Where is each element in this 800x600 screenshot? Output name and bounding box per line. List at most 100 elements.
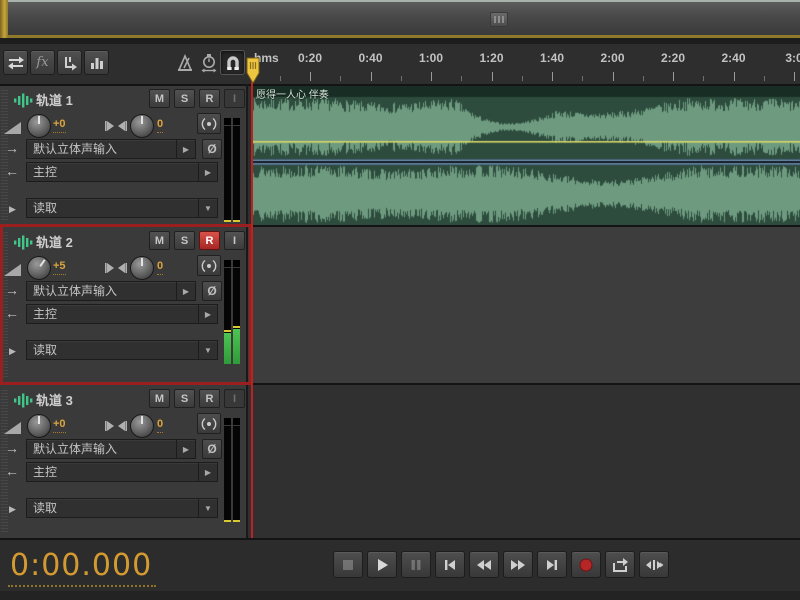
monitor-input-button[interactable] [197,255,221,276]
track-grip-handle[interactable] [1,390,8,532]
record-arm-button[interactable]: R [199,231,220,250]
automation-mode-value: 读取 [27,341,198,359]
pan-value[interactable]: 0 [157,118,163,133]
chevron-right-icon[interactable]: ▶ [176,282,195,300]
editor-toolbar: fx [0,44,248,84]
volume-knob[interactable] [27,256,51,280]
input-monitor-button[interactable]: I [224,89,245,108]
input-arrow-icon: → [5,441,19,455]
loop-playback-button[interactable] [605,551,635,578]
output-select[interactable]: 主控 ▶ [26,462,218,482]
mute-button[interactable]: M [149,389,170,408]
automation-mode-select[interactable]: 读取 ▼ [26,340,218,360]
volume-knob[interactable] [27,114,51,138]
pan-knob[interactable] [130,114,154,138]
chevron-down-icon[interactable]: ▼ [198,499,217,517]
panel-title-bar[interactable] [0,0,800,38]
snap-button[interactable] [220,50,245,75]
output-arrow-icon: ← [5,306,19,320]
divider [0,225,800,227]
rewind-button[interactable] [469,551,499,578]
tick-label: 1:20 [479,51,503,65]
divider [246,84,248,538]
fx-icon: fx [36,55,48,70]
skip-to-end-button[interactable] [537,551,567,578]
pan-value[interactable]: 0 [157,260,163,275]
mute-button[interactable]: M [149,231,170,250]
volume-value[interactable]: +0 [53,118,66,133]
play-button[interactable] [367,551,397,578]
input-monitor-button[interactable]: I [224,389,245,408]
phase-invert-button[interactable]: Ø [202,281,222,301]
solo-button[interactable]: S [174,389,195,408]
audio-clip[interactable]: 愿得一人心 伴奏 [252,86,800,225]
chevron-right-icon[interactable]: ▶ [176,140,195,158]
pause-icon [410,559,422,571]
pan-value[interactable]: 0 [157,418,163,433]
chevron-down-icon[interactable]: ▼ [198,199,217,217]
track-name[interactable]: 轨道 1 [36,90,73,109]
output-select[interactable]: 主控 ▶ [26,162,218,182]
chevron-right-icon[interactable]: ▶ [198,305,217,323]
input-select[interactable]: 默认立体声输入 ▶ [26,139,196,159]
record-arm-button[interactable]: R [199,89,220,108]
fast-forward-button[interactable] [503,551,533,578]
phase-invert-button[interactable]: Ø [202,139,222,159]
pause-button[interactable] [401,551,431,578]
record-button[interactable] [571,551,601,578]
time-display[interactable]: 0:00.000 [8,548,156,587]
skip-to-start-button[interactable] [435,551,465,578]
phase-invert-button[interactable]: Ø [202,439,222,459]
timer-icon [200,53,218,73]
monitor-input-button[interactable] [197,413,221,434]
monitor-signal-icon [199,117,219,131]
chevron-right-icon[interactable]: ▶ [176,440,195,458]
output-arrow-icon: ← [5,164,19,178]
pan-knob[interactable] [130,256,154,280]
slip-tool-button[interactable] [84,50,109,75]
input-arrow-icon: → [5,283,19,297]
transport-controls [333,551,669,578]
fx-tool-button[interactable]: fx [30,50,55,75]
skip-selection-button[interactable] [639,551,669,578]
volume-value[interactable]: +0 [53,418,66,433]
timeline-ruler[interactable]: hms 0:200:401:001:201:402:002:202:403:0 [248,44,800,84]
timecode-button[interactable] [196,50,221,75]
automation-mode-select[interactable]: 读取 ▼ [26,198,218,218]
solo-button[interactable]: S [174,89,195,108]
tick-label: 2:20 [661,51,685,65]
track-name[interactable]: 轨道 2 [36,232,73,251]
mute-button[interactable]: M [149,89,170,108]
chevron-right-icon[interactable]: ▶ [198,463,217,481]
stop-button[interactable] [333,551,363,578]
transport-bar: 0:00.000 [0,538,800,600]
monitor-input-button[interactable] [197,113,221,134]
volume-knob[interactable] [27,414,51,438]
playhead-marker[interactable] [245,57,261,85]
volume-value[interactable]: +5 [53,260,66,275]
track-2-lane[interactable] [248,226,800,384]
monitor-signal-icon [199,259,219,273]
panel-grip-icon[interactable] [490,12,508,27]
track-3-lane[interactable] [248,384,800,538]
tick-label: 0:40 [358,51,382,65]
record-arm-button[interactable]: R [199,389,220,408]
move-arrows-icon [7,55,25,71]
solo-button[interactable]: S [174,231,195,250]
input-monitor-button[interactable]: I [224,231,245,250]
clip-label: 愿得一人心 伴奏 [256,86,329,101]
chevron-down-icon[interactable]: ▼ [198,341,217,359]
audio-track-icon [13,93,33,108]
razor-tool-button[interactable] [57,50,82,75]
automation-play-icon: ▶ [9,344,16,358]
move-tool-button[interactable] [3,50,28,75]
pan-knob[interactable] [130,414,154,438]
metronome-button[interactable] [172,50,197,75]
chevron-right-icon[interactable]: ▶ [198,163,217,181]
automation-mode-select[interactable]: 读取 ▼ [26,498,218,518]
input-select[interactable]: 默认立体声输入 ▶ [26,281,196,301]
track-name[interactable]: 轨道 3 [36,390,73,409]
input-select[interactable]: 默认立体声输入 ▶ [26,439,196,459]
output-select[interactable]: 主控 ▶ [26,304,218,324]
input-select-value: 默认立体声输入 [27,440,176,458]
